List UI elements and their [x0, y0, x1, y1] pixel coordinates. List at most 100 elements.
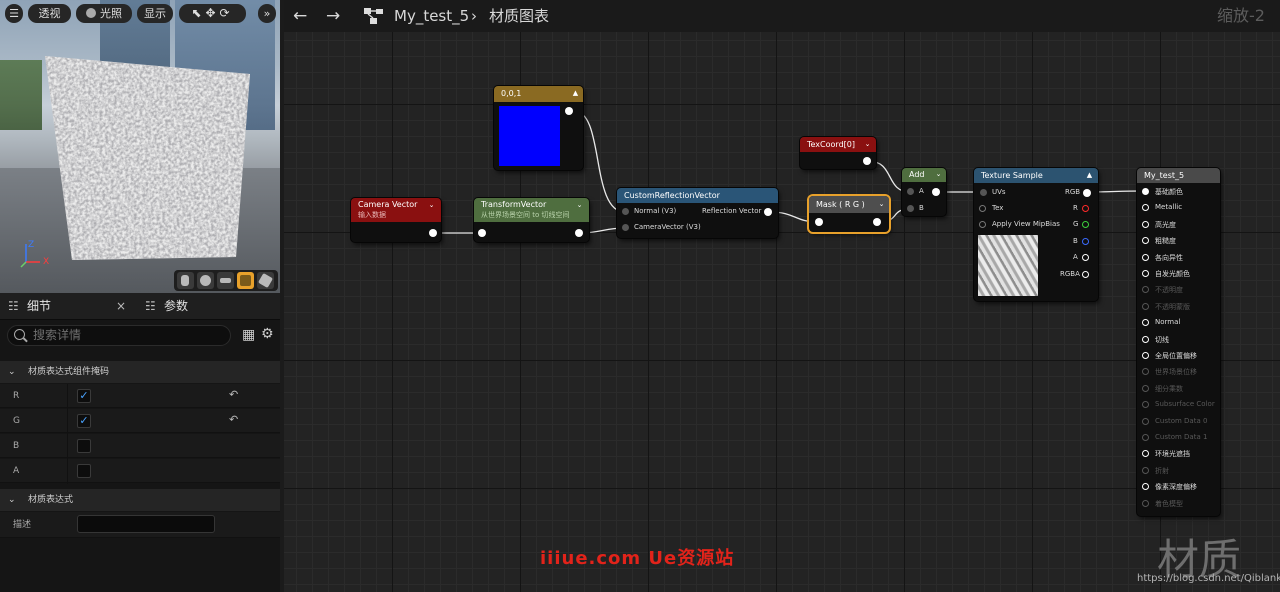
result-input-pin[interactable] [1142, 417, 1149, 425]
output-pin[interactable] [932, 188, 940, 196]
back-arrow-icon[interactable]: ← [293, 0, 307, 32]
input-pin-tex[interactable] [979, 205, 986, 212]
result-input-pin[interactable] [1142, 368, 1149, 376]
add-node[interactable]: Add ⌄ A B [902, 168, 946, 216]
viewport-menu-button[interactable]: ☰ [5, 4, 23, 23]
section-material-expression[interactable]: ⌄ 材质表达式 [0, 489, 280, 511]
result-input-pin[interactable] [1142, 434, 1149, 441]
forward-arrow-icon[interactable]: → [326, 0, 340, 32]
perspective-button[interactable]: 透视 [28, 4, 71, 23]
result-input-pin[interactable] [1142, 401, 1149, 409]
mask-g-checkbox[interactable]: ✓ [77, 414, 91, 428]
result-pin-label: Metallic [1155, 203, 1183, 212]
output-pin[interactable] [565, 107, 573, 115]
mask-a-checkbox[interactable] [77, 464, 91, 478]
output-pin[interactable] [575, 229, 583, 237]
transform-tools[interactable]: ⬉✥⟳ [179, 4, 246, 23]
input-pin-a[interactable] [907, 188, 914, 195]
input-pin-mip[interactable] [979, 221, 986, 228]
result-input-pin[interactable] [1142, 335, 1149, 343]
node-subtitle: 从世界场景空间 to 切线空间 [481, 211, 570, 219]
custom-mesh-icon[interactable] [257, 272, 274, 289]
move-icon[interactable]: ✥ [205, 6, 219, 20]
axis-gizmo: Z X [16, 236, 56, 272]
material-preview-viewport[interactable]: ☰ 透视 光照 显示 ⬉✥⟳ » Z X [0, 0, 280, 293]
transform-vector-node[interactable]: TransformVector 从世界场景空间 to 切线空间 ⌄ [474, 198, 589, 242]
result-pin-label: 各向异性 [1155, 253, 1183, 262]
mask-row-b: B [0, 434, 280, 458]
dropdown-caret-icon[interactable]: ⌄ [934, 170, 943, 179]
result-input-pin[interactable] [1142, 319, 1149, 327]
show-button[interactable]: 显示 [137, 4, 173, 23]
result-input-pin[interactable] [1142, 188, 1149, 195]
reset-to-default-icon[interactable]: ↶ [229, 389, 241, 401]
cylinder-shape-icon[interactable] [177, 272, 194, 289]
rotate-icon[interactable]: ⟳ [220, 6, 234, 20]
output-pin-rgba[interactable] [1082, 271, 1089, 278]
result-input-pin[interactable] [1142, 483, 1149, 491]
pin-label: B [1073, 237, 1078, 245]
tab-parameters[interactable]: 参数 [164, 293, 188, 320]
output-pin-r[interactable] [1082, 205, 1089, 212]
material-result-node[interactable]: My_test_5 基础颜色 Metallic 高光度 粗糙度 各向异性 自发光颜色 不透明… [1137, 168, 1220, 516]
close-tab-icon[interactable]: × [116, 293, 126, 320]
tab-details[interactable]: 细节 [27, 293, 51, 320]
texcoord-node[interactable]: TexCoord[0] ⌄ [800, 137, 876, 169]
result-input-pin[interactable] [1142, 204, 1149, 212]
section-component-mask[interactable]: ⌄ 材质表达式组件掩码 [0, 361, 280, 383]
table-view-icon[interactable]: ▦ [242, 327, 255, 343]
output-pin-a[interactable] [1082, 254, 1089, 261]
texture-sample-node[interactable]: Texture Sample ▲ UVs Tex Apply View MipB… [974, 168, 1098, 301]
result-input-pin[interactable] [1142, 286, 1149, 294]
details-search-input[interactable]: 搜索详情 [7, 325, 231, 346]
description-field[interactable] [77, 515, 215, 533]
dropdown-caret-icon[interactable]: ⌄ [575, 201, 584, 210]
input-pin[interactable] [478, 229, 486, 237]
lit-mode-button[interactable]: 光照 [76, 4, 132, 23]
output-pin-rgb[interactable] [1083, 189, 1091, 197]
output-pin[interactable] [873, 218, 881, 226]
result-input-pin[interactable] [1142, 499, 1149, 507]
custom-reflection-vector-node[interactable]: CustomReflectionVector Normal (V3) Camer… [617, 188, 778, 238]
settings-gear-icon[interactable]: ⚙ [261, 326, 274, 342]
result-input-pin[interactable] [1142, 466, 1149, 474]
result-input-pin[interactable] [1142, 384, 1149, 392]
mask-b-checkbox[interactable] [77, 439, 91, 453]
node-header: 0,0,1 [494, 86, 583, 102]
expand-toolbar-icon[interactable]: » [258, 4, 276, 23]
dropdown-caret-icon[interactable]: ⌄ [427, 201, 436, 210]
input-pin-b[interactable] [907, 205, 914, 212]
input-pin-uvs[interactable] [980, 189, 987, 196]
result-input-pin[interactable] [1142, 450, 1149, 458]
sphere-shape-icon[interactable] [197, 272, 214, 289]
dropdown-caret-icon[interactable]: ⌄ [877, 200, 886, 209]
result-input-pin[interactable] [1142, 253, 1149, 261]
constant3vector-node[interactable]: 0,0,1 ▲ [494, 86, 583, 170]
result-input-pin[interactable] [1142, 302, 1149, 310]
plane-shape-icon[interactable] [217, 272, 234, 289]
input-pin[interactable] [622, 208, 629, 215]
input-pin[interactable] [815, 218, 823, 226]
output-pin[interactable] [429, 229, 437, 237]
output-pin-b[interactable] [1082, 238, 1089, 245]
result-input-pin[interactable] [1142, 220, 1149, 228]
collapse-caret-icon[interactable]: ▲ [1085, 171, 1094, 180]
select-cursor-icon[interactable]: ⬉ [191, 6, 205, 20]
reset-to-default-icon[interactable]: ↶ [229, 414, 241, 426]
output-pin-g[interactable] [1082, 221, 1089, 228]
cube-shape-icon[interactable] [237, 272, 254, 289]
chevron-down-icon: ⌄ [8, 495, 16, 505]
output-pin[interactable] [863, 157, 871, 165]
mask-r-checkbox[interactable]: ✓ [77, 389, 91, 403]
output-pin[interactable] [764, 208, 772, 216]
breadcrumb-asset[interactable]: My_test_5 [394, 0, 469, 32]
result-input-pin[interactable] [1142, 270, 1149, 277]
material-graph-canvas[interactable] [284, 0, 1280, 592]
camera-vector-node[interactable]: Camera Vector 输入数据 ⌄ [351, 198, 441, 242]
dropdown-caret-icon[interactable]: ⌄ [863, 140, 872, 149]
result-input-pin[interactable] [1142, 237, 1149, 245]
collapse-caret-icon[interactable]: ▲ [571, 89, 580, 98]
result-input-pin[interactable] [1142, 352, 1149, 359]
mask-rg-node[interactable]: Mask ( R G ) ⌄ [809, 196, 889, 232]
input-pin[interactable] [622, 224, 629, 231]
